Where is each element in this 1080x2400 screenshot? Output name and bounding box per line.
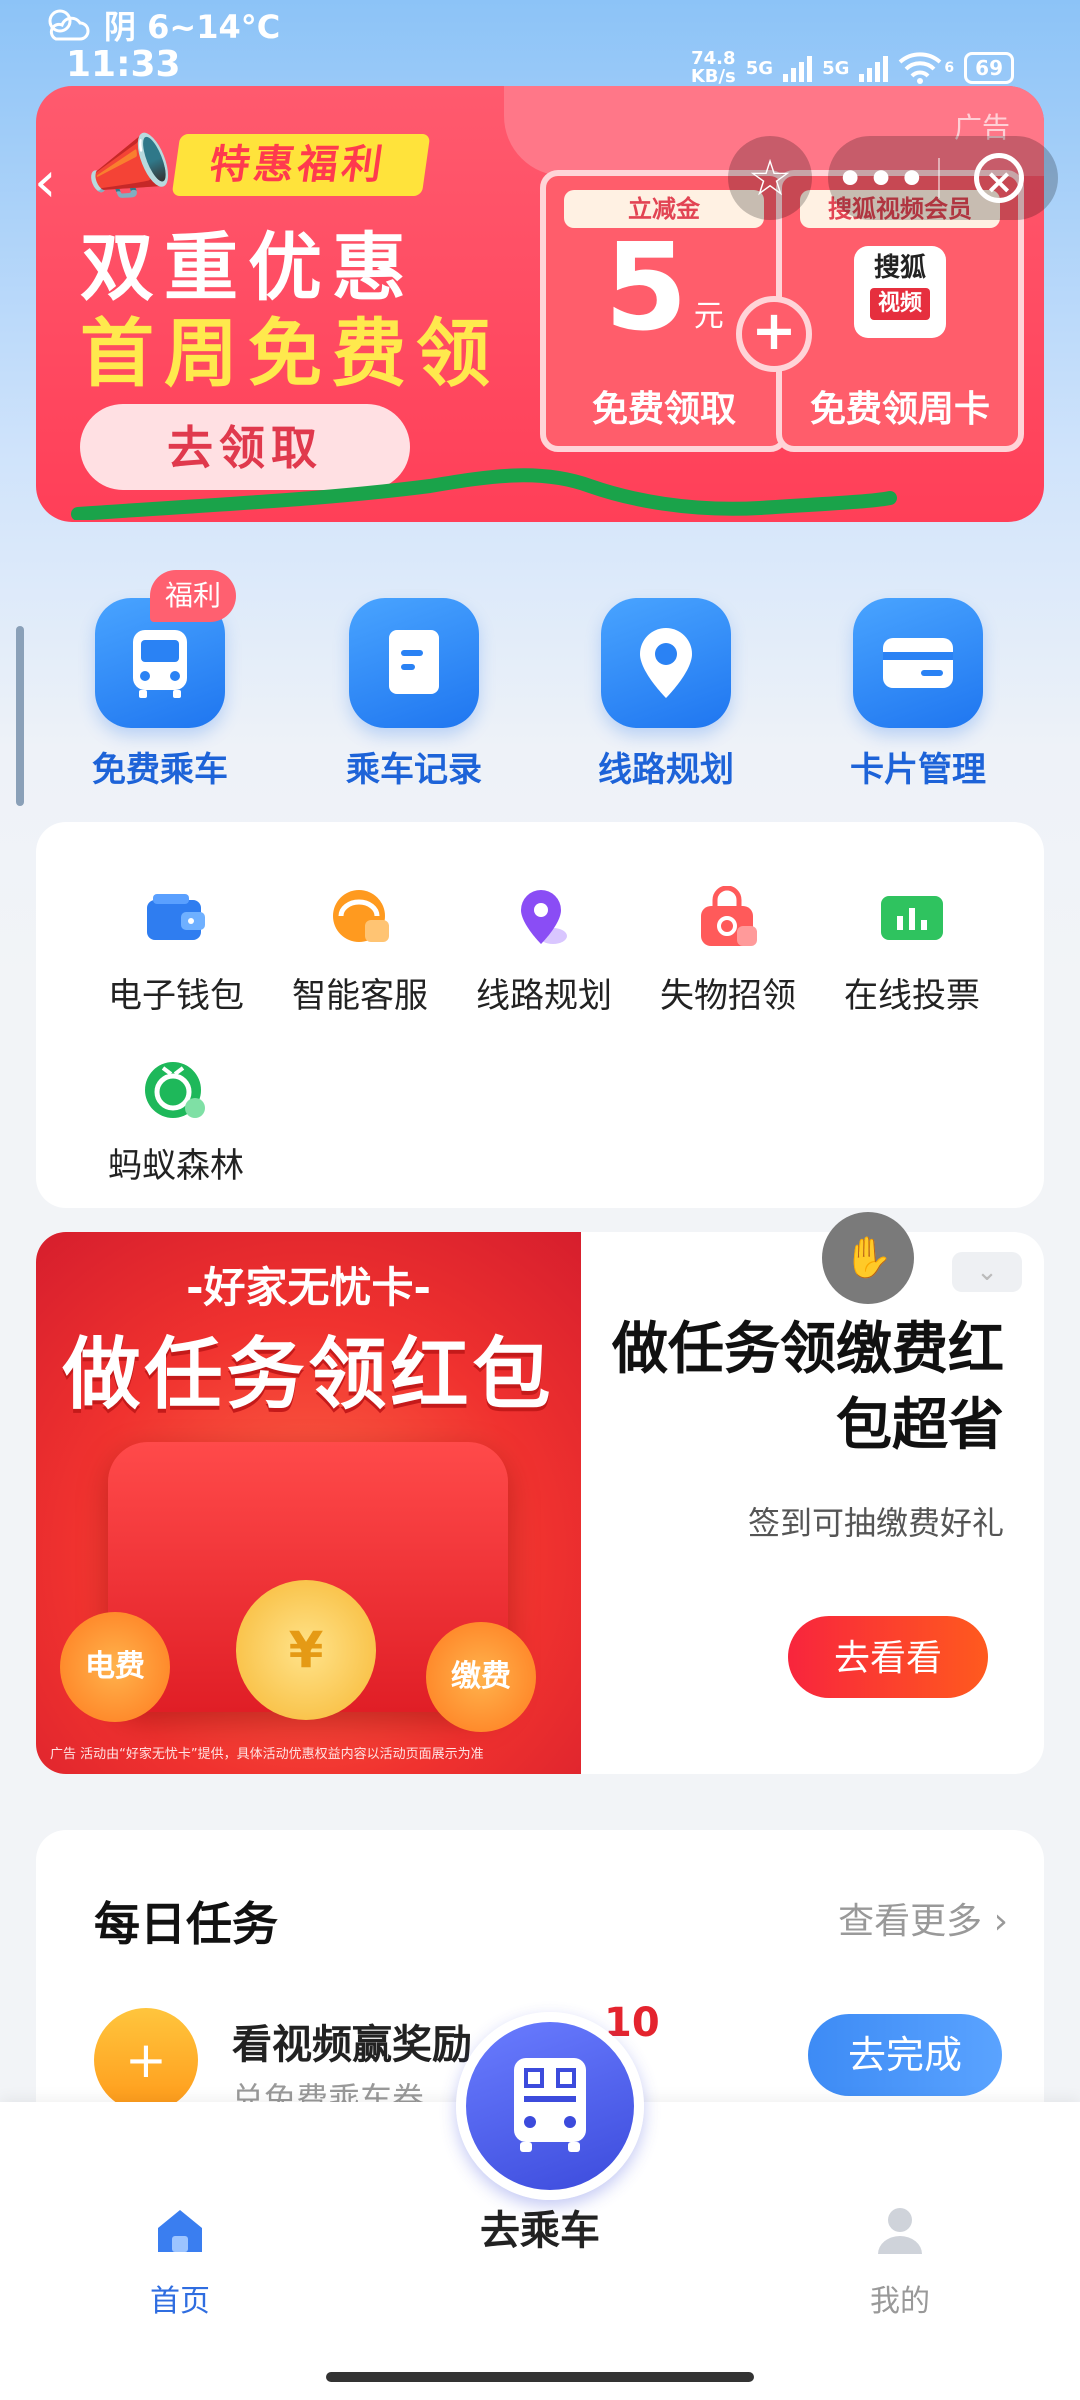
daily-task-title: 每日任务 bbox=[94, 1897, 278, 1951]
task-complete-button[interactable]: 去完成 bbox=[808, 2014, 1002, 2096]
capsule-divider bbox=[938, 158, 940, 198]
wallet-icon bbox=[84, 878, 268, 958]
chevron-right-icon: › bbox=[993, 1901, 1008, 1942]
yuan-coin-icon: ¥ bbox=[236, 1580, 376, 1720]
back-arrow-icon[interactable]: ‹ bbox=[34, 150, 56, 215]
hand-phone-icon[interactable]: ✋ bbox=[822, 1212, 914, 1304]
megaphone-icon: 📣 bbox=[86, 126, 174, 208]
promo-fine-print: 广告 活动由“好家无忧卡”提供，具体活动优惠权益内容以活动页面展示为准 bbox=[50, 1747, 484, 1762]
services-card: 电子钱包 智能客服 线路规划 失物招领 在线投票 蚂蚁森林 bbox=[36, 822, 1044, 1208]
coupon-cash-unit: 元 bbox=[693, 299, 724, 334]
cloudy-icon bbox=[48, 9, 90, 41]
ant-forest-icon bbox=[84, 1048, 268, 1128]
record-icon bbox=[349, 598, 479, 728]
view-more-text: 查看更多 bbox=[838, 1901, 983, 1942]
home-icon bbox=[158, 2210, 202, 2252]
promo-image-title: 做任务领红包 bbox=[62, 1330, 555, 1420]
chevron-down-icon[interactable]: ⌄ bbox=[952, 1252, 1022, 1292]
ride-qr-button[interactable] bbox=[456, 2012, 644, 2200]
signal-label-1: 5G bbox=[745, 57, 774, 79]
sohu-logo-sub: 视频 bbox=[869, 288, 930, 320]
quick-action-free-ride[interactable]: 免费乘车 bbox=[40, 598, 280, 791]
weather: 阴 6~14°C bbox=[46, 2, 280, 48]
coupon-cash-action: 免费领取 bbox=[591, 389, 736, 430]
promo-headline: 做任务领缴费红包超省 bbox=[612, 1317, 1004, 1458]
plus-icon: + bbox=[736, 296, 812, 372]
bus-qr-icon bbox=[514, 2058, 586, 2152]
view-more-link[interactable]: 查看更多 › bbox=[838, 1892, 1008, 1944]
sohu-video-logo: 搜狐 视频 bbox=[854, 246, 946, 338]
ad-tag: 特惠福利 bbox=[171, 134, 431, 196]
user-icon bbox=[878, 2208, 922, 2254]
coupon-cash-value: 5 bbox=[604, 218, 688, 358]
quick-action-ride-records[interactable]: 乘车记录 bbox=[294, 598, 534, 791]
promo-card[interactable]: -好家无忧卡- 做任务领红包 ¥ 电费 缴费 广告 活动由“好家无忧卡”提供，具… bbox=[36, 1232, 1044, 1774]
route-pin-icon bbox=[452, 878, 636, 958]
coupon-sohu-action: 免费领周卡 bbox=[809, 389, 990, 430]
battery-icon: 69 bbox=[964, 52, 1014, 84]
signal-bars-icon-2 bbox=[859, 54, 889, 82]
service-route-planning[interactable]: 线路规划 bbox=[452, 878, 636, 1017]
promo-view-button[interactable]: 去看看 bbox=[788, 1616, 988, 1698]
customer-service-icon bbox=[268, 878, 452, 958]
quick-action-label: 卡片管理 bbox=[850, 750, 986, 790]
service-label: 在线投票 bbox=[844, 976, 980, 1016]
service-label: 电子钱包 bbox=[108, 976, 244, 1016]
wifi-icon bbox=[899, 52, 942, 84]
favorite-star-icon[interactable]: ☆ bbox=[728, 136, 812, 220]
vote-icon bbox=[820, 878, 1004, 958]
signal-label-2: 5G bbox=[822, 57, 850, 79]
ad-headline-2: 首周免费领 bbox=[80, 311, 500, 397]
promo-image-subtitle: -好家无忧卡- bbox=[186, 1263, 431, 1312]
sohu-logo-text: 搜狐 bbox=[873, 253, 926, 283]
close-miniprogram-icon[interactable]: × bbox=[974, 153, 1024, 203]
quick-action-card-management[interactable]: 卡片管理 bbox=[798, 598, 1038, 791]
service-ant-forest[interactable]: 蚂蚁森林 bbox=[84, 1048, 268, 1187]
service-wallet[interactable]: 电子钱包 bbox=[84, 878, 268, 1017]
miniprogram-capsule: ••• × bbox=[828, 136, 1058, 220]
tab-home-label: 首页 bbox=[150, 2284, 210, 2319]
weather-text: 阴 6~14°C bbox=[104, 8, 281, 46]
service-label: 智能客服 bbox=[292, 976, 428, 1016]
signal-bars-icon bbox=[783, 54, 813, 82]
payment-bubble: 缴费 bbox=[426, 1622, 536, 1732]
quick-action-route-planning[interactable]: 线路规划 bbox=[546, 598, 786, 791]
welfare-badge: 福利 bbox=[150, 570, 236, 622]
tab-home[interactable]: 首页 bbox=[80, 2202, 280, 2320]
more-options-button[interactable]: ••• bbox=[828, 154, 938, 203]
task-name: 看视频赢奖励 bbox=[232, 2022, 472, 2068]
service-label: 线路规划 bbox=[476, 976, 612, 1016]
service-customer-service[interactable]: 智能客服 bbox=[268, 878, 452, 1017]
promo-description: 签到可抽缴费好礼 bbox=[747, 1504, 1004, 1542]
battery-level: 69 bbox=[975, 56, 1003, 80]
network-speed: 74.8 KB/s bbox=[691, 50, 736, 86]
lost-found-icon bbox=[636, 878, 820, 958]
quick-action-label: 乘车记录 bbox=[346, 750, 482, 790]
card-icon bbox=[853, 598, 983, 728]
scroll-indicator bbox=[16, 626, 24, 806]
wifi-sub: 6 bbox=[944, 60, 955, 76]
green-scribble-annotation bbox=[71, 468, 897, 520]
ride-label[interactable]: 去乘车 bbox=[390, 2198, 690, 2256]
location-pin-icon bbox=[601, 598, 731, 728]
system-indicators: 74.8 KB/s 5G 5G 6 69 bbox=[691, 50, 1014, 86]
tab-mine-label: 我的 bbox=[870, 2284, 930, 2319]
network-speed-unit: KB/s bbox=[690, 66, 736, 87]
home-indicator[interactable] bbox=[326, 2372, 754, 2382]
task-plus-icon: + bbox=[94, 2008, 198, 2112]
quick-action-label: 免费乘车 bbox=[92, 750, 228, 790]
quick-action-label: 线路规划 bbox=[598, 750, 734, 790]
promo-image[interactable]: -好家无忧卡- 做任务领红包 ¥ 电费 缴费 广告 活动由“好家无忧卡”提供，具… bbox=[36, 1232, 581, 1774]
clock: 11:33 bbox=[66, 44, 181, 85]
service-online-vote[interactable]: 在线投票 bbox=[820, 878, 1004, 1017]
service-label: 蚂蚁森林 bbox=[108, 1146, 244, 1186]
service-label: 失物招领 bbox=[660, 976, 796, 1016]
coupon-sohu-logo-area: 搜狐 视频 bbox=[782, 228, 1018, 348]
service-lost-found[interactable]: 失物招领 bbox=[636, 878, 820, 1017]
tab-mine[interactable]: 我的 bbox=[800, 2202, 1000, 2320]
electricity-bubble: 电费 bbox=[60, 1612, 170, 1722]
status-bar: 阴 6~14°C 11:33 74.8 KB/s 5G 5G 6 69 bbox=[0, 0, 1080, 90]
